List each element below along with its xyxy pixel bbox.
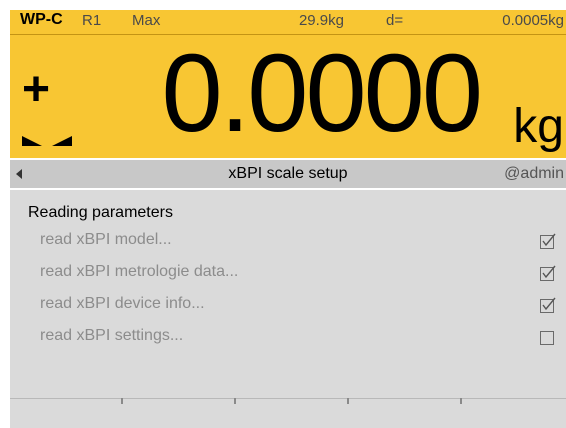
max-capacity: 29.9kg	[298, 12, 344, 29]
checkbox-checked-icon[interactable]	[540, 265, 556, 281]
division-label: d=	[386, 12, 404, 29]
checkbox-checked-icon[interactable]	[540, 297, 556, 313]
division-value: 0.0005kg	[502, 12, 564, 29]
menu-item-read-device-info[interactable]: read xBPI device info...	[10, 290, 566, 320]
sign-indicator: +	[22, 63, 51, 116]
max-label: Max	[132, 12, 161, 29]
section-title: Reading parameters	[28, 204, 173, 221]
softkey-separator	[347, 398, 349, 404]
menu-item-label: read xBPI metrologie data...	[40, 263, 239, 280]
menu-title-bar: xBPI scale setup @admin	[10, 160, 566, 188]
softkey-separator	[460, 398, 462, 404]
checkbox-checked-icon[interactable]	[540, 233, 556, 249]
stability-indicator-icon	[22, 136, 72, 146]
menu-item-label: read xBPI model...	[40, 231, 172, 248]
softkey-separator	[234, 398, 236, 404]
menu-item-read-settings[interactable]: read xBPI settings...	[10, 322, 566, 352]
current-user: @admin	[504, 165, 564, 182]
menu-title: xBPI scale setup	[228, 165, 348, 182]
softkey-bar	[10, 398, 566, 428]
menu-item-label: read xBPI device info...	[40, 295, 205, 312]
menu-item-label: read xBPI settings...	[40, 327, 184, 344]
menu-panel: Reading parameters read xBPI model... re…	[10, 190, 566, 398]
softkey-separator	[121, 398, 123, 404]
menu-item-read-metrologie[interactable]: read xBPI metrologie data...	[10, 258, 566, 288]
menu-item-read-model[interactable]: read xBPI model...	[10, 226, 566, 256]
softkey-divider	[10, 398, 566, 399]
weight-unit: kg	[513, 100, 564, 153]
checkbox-unchecked-icon[interactable]	[540, 329, 556, 345]
weight-display: WP-C R1 Max 29.9kg d= 0.0005kg + 0.0000 …	[10, 10, 566, 158]
weight-value: 0.0000	[161, 32, 483, 155]
scale-model: WP-C	[20, 11, 63, 28]
range-indicator: R1	[82, 12, 102, 29]
